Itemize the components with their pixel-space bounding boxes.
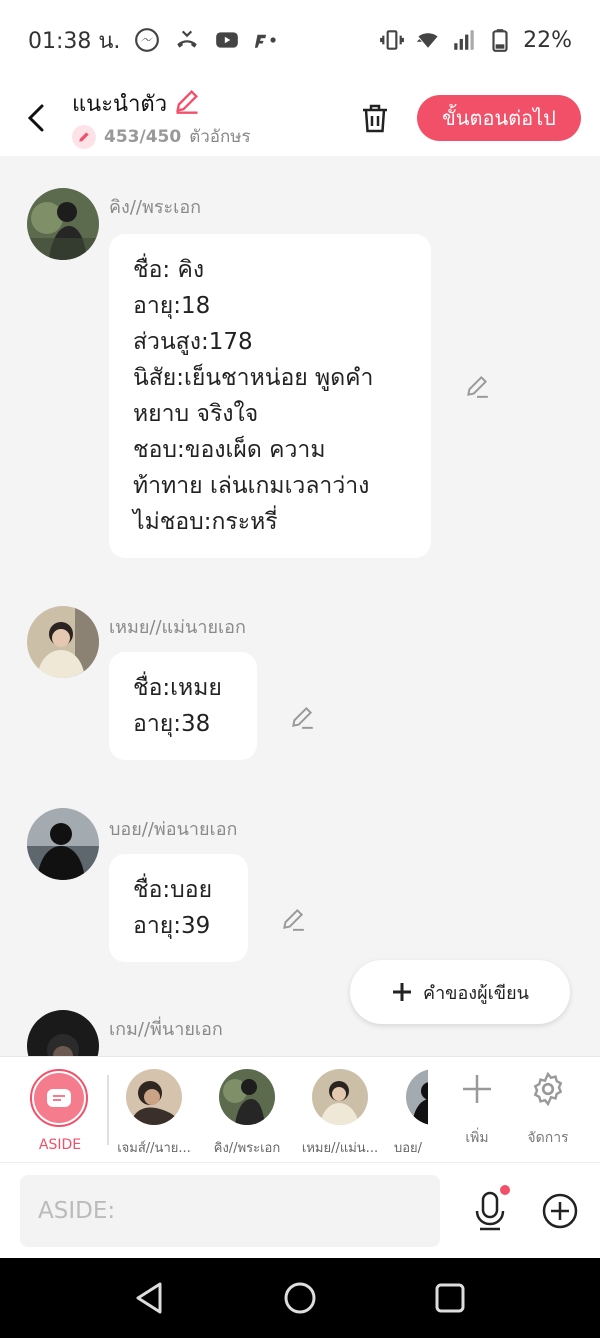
pencil-icon [467, 375, 488, 398]
avatar [312, 1069, 368, 1125]
trash-icon [363, 104, 387, 133]
character-selector[interactable]: เจมส์//นาย... [114, 1069, 194, 1158]
message-bubble[interactable]: ชื่อ:เหมย อายุ:38 [109, 652, 257, 760]
character-bar: ASIDE เจมส์//นาย... คิง//พระเอก เหมย//แม… [0, 1056, 600, 1162]
status-bar: 01:38 น. 22% [0, 0, 600, 80]
wifi-icon [415, 27, 441, 53]
signal-icon [451, 27, 477, 53]
delete-button[interactable] [356, 98, 394, 138]
avatar[interactable] [27, 606, 99, 678]
author-note-label: คำของผู้เขียน [423, 982, 529, 1004]
character-selector[interactable]: เหมย//แม่น... [300, 1069, 380, 1158]
avatar[interactable] [27, 188, 99, 260]
pencil-badge-icon [72, 124, 96, 149]
square-recents-icon [435, 1283, 465, 1313]
microphone-icon [475, 1191, 505, 1231]
avatar [406, 1069, 428, 1125]
battery-icon [487, 27, 513, 53]
edit-message-button[interactable] [287, 702, 317, 732]
message-bubble[interactable]: ชื่อ: คิง อายุ:18 ส่วนสูง:178 นิสัย:เย็น… [109, 234, 431, 558]
character-name: เกม//พี่นายเอก [109, 1019, 223, 1040]
character-selector[interactable]: บอย/ [394, 1069, 428, 1158]
manage-label: จัดการ [527, 1130, 569, 1146]
avatar[interactable] [27, 808, 99, 880]
avatar [126, 1069, 182, 1125]
nav-back-button[interactable] [130, 1278, 170, 1318]
author-note-button[interactable]: คำของผู้เขียน [350, 960, 570, 1024]
voice-button[interactable] [470, 1185, 510, 1233]
character-label: เหมย//แม่น... [301, 1141, 379, 1156]
add-circle-icon [542, 1193, 578, 1229]
chat-content: คิง//พระเอก ชื่อ: คิง อายุ:18 ส่วนสูง:17… [0, 156, 600, 1056]
character-label: คิง//พระเอก [213, 1141, 281, 1156]
plus-icon [393, 983, 412, 1001]
youtube-icon [214, 27, 240, 53]
chat-bubble-icon [47, 1089, 71, 1107]
character-selector[interactable]: คิง//พระเอก [207, 1069, 287, 1158]
nav-home-button[interactable] [280, 1278, 320, 1318]
gear-icon [533, 1071, 563, 1107]
page-title: แนะนำตัว [72, 92, 168, 117]
char-count: 453/450 [104, 126, 182, 147]
add-character-button[interactable]: เพิ่ม [442, 1069, 512, 1149]
edit-message-button[interactable] [278, 904, 308, 934]
battery-level: 22% [523, 27, 572, 53]
message-bubble[interactable]: ชื่อ:บอย อายุ:39 [109, 854, 248, 962]
avatar [219, 1069, 275, 1125]
add-label: เพิ่ม [465, 1130, 489, 1146]
pencil-icon [283, 908, 304, 931]
back-button[interactable] [0, 80, 72, 156]
plus-icon [463, 1075, 491, 1103]
edit-message-button[interactable] [462, 371, 492, 401]
input-bar: ASIDE: [0, 1162, 600, 1258]
vibrate-icon [379, 27, 405, 53]
character-name: เหมย//แม่นายเอก [109, 617, 246, 638]
missed-call-icon [174, 27, 200, 53]
pencil-icon [292, 706, 313, 729]
character-label: เจมส์//นาย... [117, 1141, 191, 1156]
character-label: บอย/ [394, 1141, 423, 1156]
system-nav-bar [0, 1258, 600, 1338]
aside-label: ASIDE [38, 1137, 82, 1153]
character-name: คิง//พระเอก [109, 197, 202, 218]
nav-recents-button[interactable] [430, 1278, 470, 1318]
message-input[interactable]: ASIDE: [20, 1175, 440, 1247]
edit-title-icon[interactable] [173, 87, 201, 121]
avatar[interactable] [27, 1010, 99, 1056]
next-step-button[interactable]: ขั้นตอนต่อไป [417, 95, 581, 141]
back-arrow-icon [27, 104, 44, 132]
divider [107, 1075, 109, 1145]
messenger-icon [134, 27, 160, 53]
triangle-back-icon [136, 1282, 162, 1314]
attach-button[interactable] [540, 1191, 580, 1231]
circle-home-icon [284, 1282, 316, 1314]
char-unit: ตัวอักษร [189, 127, 251, 147]
character-name: บอย//พ่อนายเอก [109, 819, 238, 840]
app-icon [254, 27, 280, 53]
status-time: 01:38 น. [28, 28, 121, 54]
notification-dot [500, 1185, 510, 1195]
manage-characters-button[interactable]: จัดการ [513, 1069, 583, 1149]
aside-selector[interactable]: ASIDE [30, 1069, 90, 1153]
app-header: แนะนำตัว 453/450 ตัวอักษร ขั้นตอนต่อไป [0, 80, 600, 156]
